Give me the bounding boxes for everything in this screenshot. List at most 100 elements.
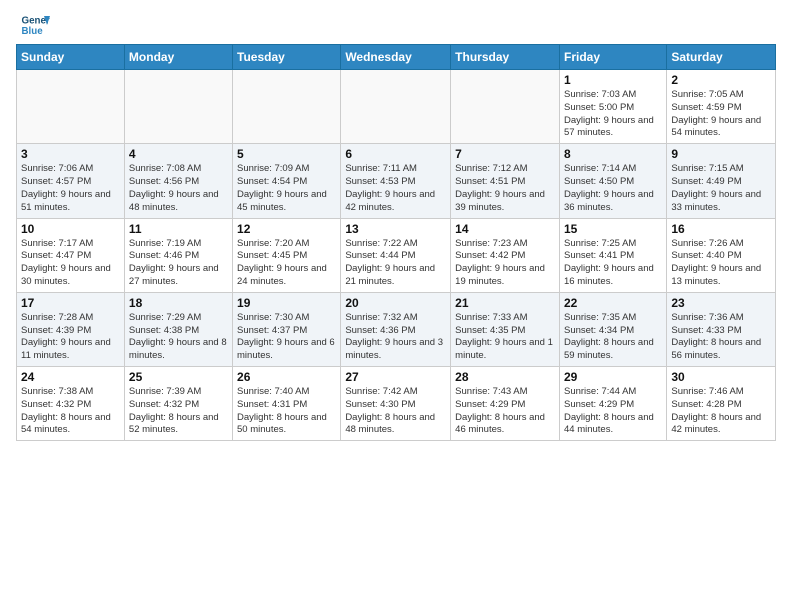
day-info: Sunrise: 7:14 AM Sunset: 4:50 PM Dayligh… <box>564 163 662 214</box>
day-info: Sunrise: 7:08 AM Sunset: 4:56 PM Dayligh… <box>129 163 228 214</box>
day-number: 15 <box>564 222 662 236</box>
calendar-cell: 18Sunrise: 7:29 AM Sunset: 4:38 PM Dayli… <box>124 292 232 366</box>
col-header-sunday: Sunday <box>17 45 125 70</box>
day-info: Sunrise: 7:03 AM Sunset: 5:00 PM Dayligh… <box>564 89 662 140</box>
day-number: 4 <box>129 147 228 161</box>
day-number: 26 <box>237 370 336 384</box>
calendar-week-0: 1 Sunrise: 7:03 AM Sunset: 5:00 PM Daylig… <box>17 70 776 144</box>
calendar-week-4: 24 Sunrise: 7:38 AM Sunset: 4:32 PM Dayli… <box>17 367 776 441</box>
col-header-saturday: Saturday <box>667 45 776 70</box>
day-number: 25 <box>129 370 228 384</box>
day-number: 13 <box>345 222 446 236</box>
col-header-friday: Friday <box>559 45 666 70</box>
calendar-cell: 15 Sunrise: 7:25 AM Sunset: 4:41 PM Dayli… <box>559 218 666 292</box>
calendar-cell: 25 Sunrise: 7:39 AM Sunset: 4:32 PM Dayli… <box>124 367 232 441</box>
calendar-cell <box>17 70 125 144</box>
calendar-week-3: 17 Sunrise: 7:28 AM Sunset: 4:39 PM Dayli… <box>17 292 776 366</box>
day-number: 3 <box>21 147 120 161</box>
day-number: 20 <box>345 296 446 310</box>
day-info: Sunrise: 7:19 AM Sunset: 4:46 PM Dayligh… <box>129 238 228 289</box>
calendar-cell: 13 Sunrise: 7:22 AM Sunset: 4:44 PM Dayli… <box>341 218 451 292</box>
day-number: 14 <box>455 222 555 236</box>
day-number: 9 <box>671 147 771 161</box>
day-number: 24 <box>21 370 120 384</box>
calendar-cell: 17 Sunrise: 7:28 AM Sunset: 4:39 PM Dayli… <box>17 292 125 366</box>
calendar-cell <box>124 70 232 144</box>
day-info: Sunrise: 7:06 AM Sunset: 4:57 PM Dayligh… <box>21 163 120 214</box>
day-number: 28 <box>455 370 555 384</box>
day-info: Sunrise: 7:15 AM Sunset: 4:49 PM Dayligh… <box>671 163 771 214</box>
day-number: 11 <box>129 222 228 236</box>
calendar-cell: 19 Sunrise: 7:30 AM Sunset: 4:37 PM Dayli… <box>233 292 341 366</box>
col-header-thursday: Thursday <box>451 45 560 70</box>
day-info: Sunrise: 7:25 AM Sunset: 4:41 PM Dayligh… <box>564 238 662 289</box>
day-info: Sunrise: 7:43 AM Sunset: 4:29 PM Dayligh… <box>455 386 555 437</box>
day-number: 29 <box>564 370 662 384</box>
day-number: 19 <box>237 296 336 310</box>
day-info: Sunrise: 7:39 AM Sunset: 4:32 PM Dayligh… <box>129 386 228 437</box>
calendar-cell: 7 Sunrise: 7:12 AM Sunset: 4:51 PM Daylig… <box>451 144 560 218</box>
day-info: Sunrise: 7:28 AM Sunset: 4:39 PM Dayligh… <box>21 312 120 363</box>
calendar-cell: 20 Sunrise: 7:32 AM Sunset: 4:36 PM Dayli… <box>341 292 451 366</box>
calendar-cell: 10Sunrise: 7:17 AM Sunset: 4:47 PM Dayli… <box>17 218 125 292</box>
calendar-cell: 5Sunrise: 7:09 AM Sunset: 4:54 PM Daylig… <box>233 144 341 218</box>
day-number: 8 <box>564 147 662 161</box>
day-info: Sunrise: 7:22 AM Sunset: 4:44 PM Dayligh… <box>345 238 446 289</box>
day-info: Sunrise: 7:38 AM Sunset: 4:32 PM Dayligh… <box>21 386 120 437</box>
calendar-cell <box>233 70 341 144</box>
day-info: Sunrise: 7:40 AM Sunset: 4:31 PM Dayligh… <box>237 386 336 437</box>
calendar-cell: 1 Sunrise: 7:03 AM Sunset: 5:00 PM Daylig… <box>559 70 666 144</box>
calendar-cell: 16 Sunrise: 7:26 AM Sunset: 4:40 PM Dayli… <box>667 218 776 292</box>
day-number: 2 <box>671 73 771 87</box>
col-header-wednesday: Wednesday <box>341 45 451 70</box>
calendar-cell: 28 Sunrise: 7:43 AM Sunset: 4:29 PM Dayli… <box>451 367 560 441</box>
day-info: Sunrise: 7:42 AM Sunset: 4:30 PM Dayligh… <box>345 386 446 437</box>
day-info: Sunrise: 7:05 AM Sunset: 4:59 PM Dayligh… <box>671 89 771 140</box>
calendar-cell: 23Sunrise: 7:36 AM Sunset: 4:33 PM Dayli… <box>667 292 776 366</box>
calendar-cell: 6 Sunrise: 7:11 AM Sunset: 4:53 PM Daylig… <box>341 144 451 218</box>
calendar-cell: 12Sunrise: 7:20 AM Sunset: 4:45 PM Dayli… <box>233 218 341 292</box>
calendar-cell: 24 Sunrise: 7:38 AM Sunset: 4:32 PM Dayli… <box>17 367 125 441</box>
col-header-monday: Monday <box>124 45 232 70</box>
calendar-cell: 3 Sunrise: 7:06 AM Sunset: 4:57 PM Daylig… <box>17 144 125 218</box>
day-number: 17 <box>21 296 120 310</box>
day-info: Sunrise: 7:33 AM Sunset: 4:35 PM Dayligh… <box>455 312 555 363</box>
day-number: 30 <box>671 370 771 384</box>
day-info: Sunrise: 7:30 AM Sunset: 4:37 PM Dayligh… <box>237 312 336 363</box>
calendar-cell: 4 Sunrise: 7:08 AM Sunset: 4:56 PM Daylig… <box>124 144 232 218</box>
day-number: 22 <box>564 296 662 310</box>
day-number: 10 <box>21 222 120 236</box>
day-info: Sunrise: 7:26 AM Sunset: 4:40 PM Dayligh… <box>671 238 771 289</box>
logo-icon: General Blue <box>20 10 50 40</box>
calendar-week-2: 10Sunrise: 7:17 AM Sunset: 4:47 PM Dayli… <box>17 218 776 292</box>
svg-text:Blue: Blue <box>22 26 44 37</box>
calendar-week-1: 3 Sunrise: 7:06 AM Sunset: 4:57 PM Daylig… <box>17 144 776 218</box>
day-info: Sunrise: 7:11 AM Sunset: 4:53 PM Dayligh… <box>345 163 446 214</box>
day-number: 16 <box>671 222 771 236</box>
calendar-cell: 22Sunrise: 7:35 AM Sunset: 4:34 PM Dayli… <box>559 292 666 366</box>
calendar-cell: 21Sunrise: 7:33 AM Sunset: 4:35 PM Dayli… <box>451 292 560 366</box>
day-number: 6 <box>345 147 446 161</box>
calendar-table: SundayMondayTuesdayWednesdayThursdayFrid… <box>16 44 776 441</box>
calendar-cell: 27 Sunrise: 7:42 AM Sunset: 4:30 PM Dayli… <box>341 367 451 441</box>
calendar-header-row: SundayMondayTuesdayWednesdayThursdayFrid… <box>17 45 776 70</box>
calendar-cell: 30 Sunrise: 7:46 AM Sunset: 4:28 PM Dayli… <box>667 367 776 441</box>
day-number: 27 <box>345 370 446 384</box>
day-number: 7 <box>455 147 555 161</box>
page-header: General Blue <box>0 0 792 44</box>
calendar-cell: 2 Sunrise: 7:05 AM Sunset: 4:59 PM Daylig… <box>667 70 776 144</box>
day-info: Sunrise: 7:32 AM Sunset: 4:36 PM Dayligh… <box>345 312 446 363</box>
day-number: 18 <box>129 296 228 310</box>
calendar-cell: 11 Sunrise: 7:19 AM Sunset: 4:46 PM Dayli… <box>124 218 232 292</box>
day-info: Sunrise: 7:46 AM Sunset: 4:28 PM Dayligh… <box>671 386 771 437</box>
day-number: 5 <box>237 147 336 161</box>
day-number: 1 <box>564 73 662 87</box>
logo: General Blue <box>20 10 50 40</box>
calendar-cell: 14Sunrise: 7:23 AM Sunset: 4:42 PM Dayli… <box>451 218 560 292</box>
calendar-cell <box>341 70 451 144</box>
calendar-cell: 26 Sunrise: 7:40 AM Sunset: 4:31 PM Dayli… <box>233 367 341 441</box>
col-header-tuesday: Tuesday <box>233 45 341 70</box>
day-info: Sunrise: 7:12 AM Sunset: 4:51 PM Dayligh… <box>455 163 555 214</box>
calendar-cell: 9 Sunrise: 7:15 AM Sunset: 4:49 PM Daylig… <box>667 144 776 218</box>
day-info: Sunrise: 7:20 AM Sunset: 4:45 PM Dayligh… <box>237 238 336 289</box>
